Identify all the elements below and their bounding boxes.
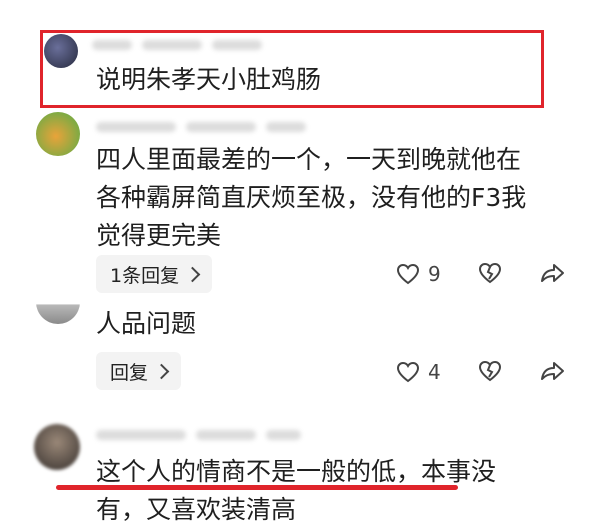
chevron-right-icon bbox=[184, 266, 201, 282]
reply-label: 1条回复 bbox=[110, 264, 180, 287]
dislike-button[interactable] bbox=[478, 262, 502, 284]
reply-button[interactable]: 回复 bbox=[96, 352, 182, 390]
share-button[interactable] bbox=[540, 360, 566, 382]
like-count: 4 bbox=[428, 360, 441, 384]
share-icon bbox=[540, 262, 566, 284]
comment-text: 这个人的情商不是一般的低，本事没 有，又喜欢装清高 bbox=[96, 457, 497, 524]
share-button[interactable] bbox=[540, 262, 566, 284]
like-button[interactable]: 4 bbox=[396, 360, 441, 384]
like-count: 9 bbox=[428, 262, 441, 286]
heart-icon bbox=[396, 263, 420, 285]
comment-text: 人品问题 bbox=[96, 309, 197, 338]
reply-label: 回复 bbox=[110, 361, 149, 384]
comment-text: 四人里面最差的一个，一天到晚就他在 各种霸屏简直厌烦至极，没有他的F3我 觉得更… bbox=[96, 145, 527, 250]
share-icon bbox=[540, 360, 566, 382]
avatar[interactable] bbox=[36, 112, 80, 156]
highlight-underline bbox=[56, 485, 458, 490]
comment-meta-blurred bbox=[96, 430, 301, 440]
broken-heart-icon bbox=[478, 360, 502, 382]
dislike-button[interactable] bbox=[478, 360, 502, 382]
comment-meta-blurred bbox=[96, 122, 306, 132]
avatar[interactable] bbox=[36, 288, 80, 324]
view-replies-button[interactable]: 1条回复 bbox=[96, 255, 213, 293]
broken-heart-icon bbox=[478, 262, 502, 284]
heart-icon bbox=[396, 361, 420, 383]
like-button[interactable]: 9 bbox=[396, 262, 441, 286]
highlight-box bbox=[40, 30, 544, 108]
chevron-right-icon bbox=[153, 363, 170, 379]
avatar[interactable] bbox=[34, 424, 80, 470]
